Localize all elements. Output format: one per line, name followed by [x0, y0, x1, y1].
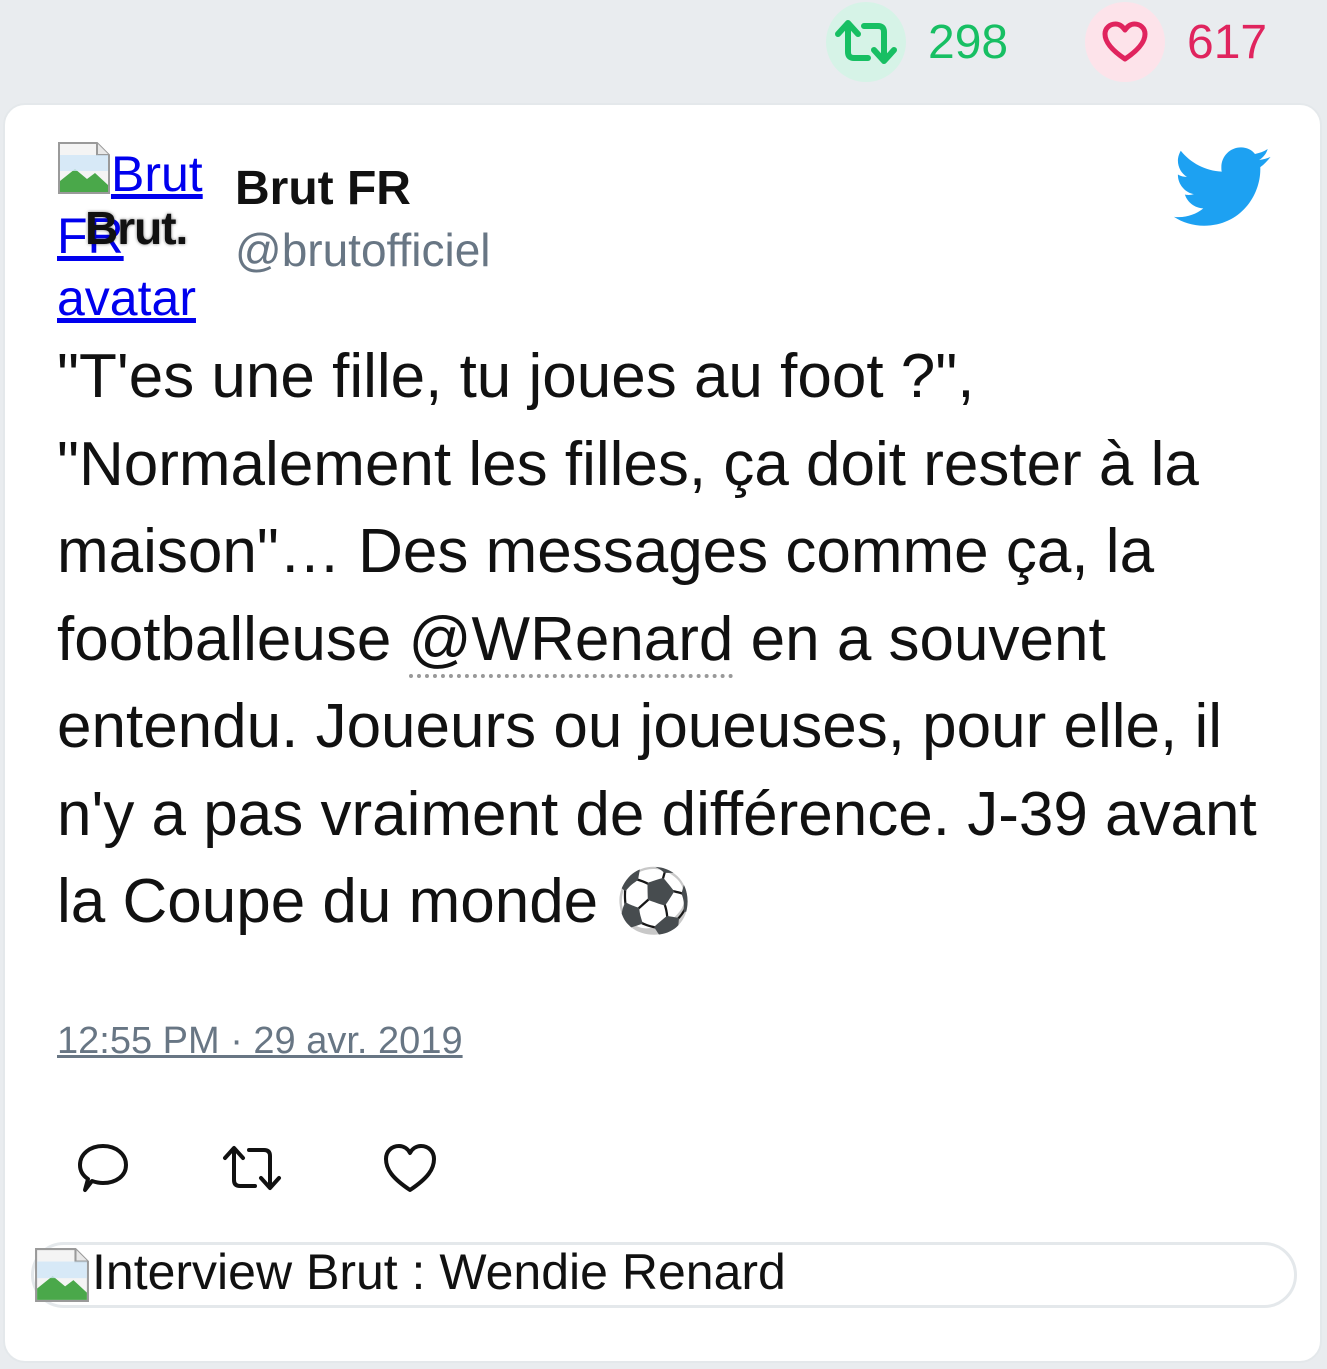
- broken-image-icon: [35, 1248, 89, 1302]
- embedded-tweet-card: Brut FR avatar Brut. Brut FR @brutoffici…: [3, 103, 1322, 1363]
- broken-image-icon: [58, 142, 110, 194]
- tweet-timestamp-link[interactable]: 12:55 PM · 29 avr. 2019: [57, 1020, 463, 1063]
- like-heart-icon[interactable]: [381, 1140, 439, 1196]
- author-handle[interactable]: @brutofficiel: [235, 223, 491, 277]
- like-stat-icon-circle[interactable]: [1085, 2, 1165, 82]
- author-avatar-link[interactable]: Brut FR avatar Brut.: [57, 141, 217, 326]
- retweet-stat-icon-circle[interactable]: [826, 2, 906, 82]
- mention-link-wrenard[interactable]: @WRenard: [408, 604, 734, 678]
- like-stat[interactable]: 617: [1085, 2, 1267, 82]
- brut-logo: Brut.: [85, 202, 188, 254]
- link-preview-card[interactable]: Interview Brut : Wendie Renard: [31, 1242, 1297, 1308]
- reply-icon[interactable]: [75, 1140, 131, 1196]
- twitter-bird-icon[interactable]: [1173, 147, 1273, 229]
- author-display-name[interactable]: Brut FR: [235, 161, 411, 216]
- retweet-icon: [835, 20, 897, 64]
- link-preview-title: Interview Brut : Wendie Renard: [92, 1244, 786, 1300]
- tweet-text: "T'es une fille, tu joues au foot ?", "N…: [57, 333, 1287, 946]
- retweet-icon[interactable]: [219, 1140, 285, 1196]
- engagement-stats-bar: 298 617: [0, 0, 1327, 100]
- retweet-count: 298: [928, 15, 1009, 69]
- heart-icon: [1102, 21, 1148, 62]
- retweet-stat[interactable]: 298: [826, 2, 1008, 82]
- like-count: 617: [1187, 15, 1268, 69]
